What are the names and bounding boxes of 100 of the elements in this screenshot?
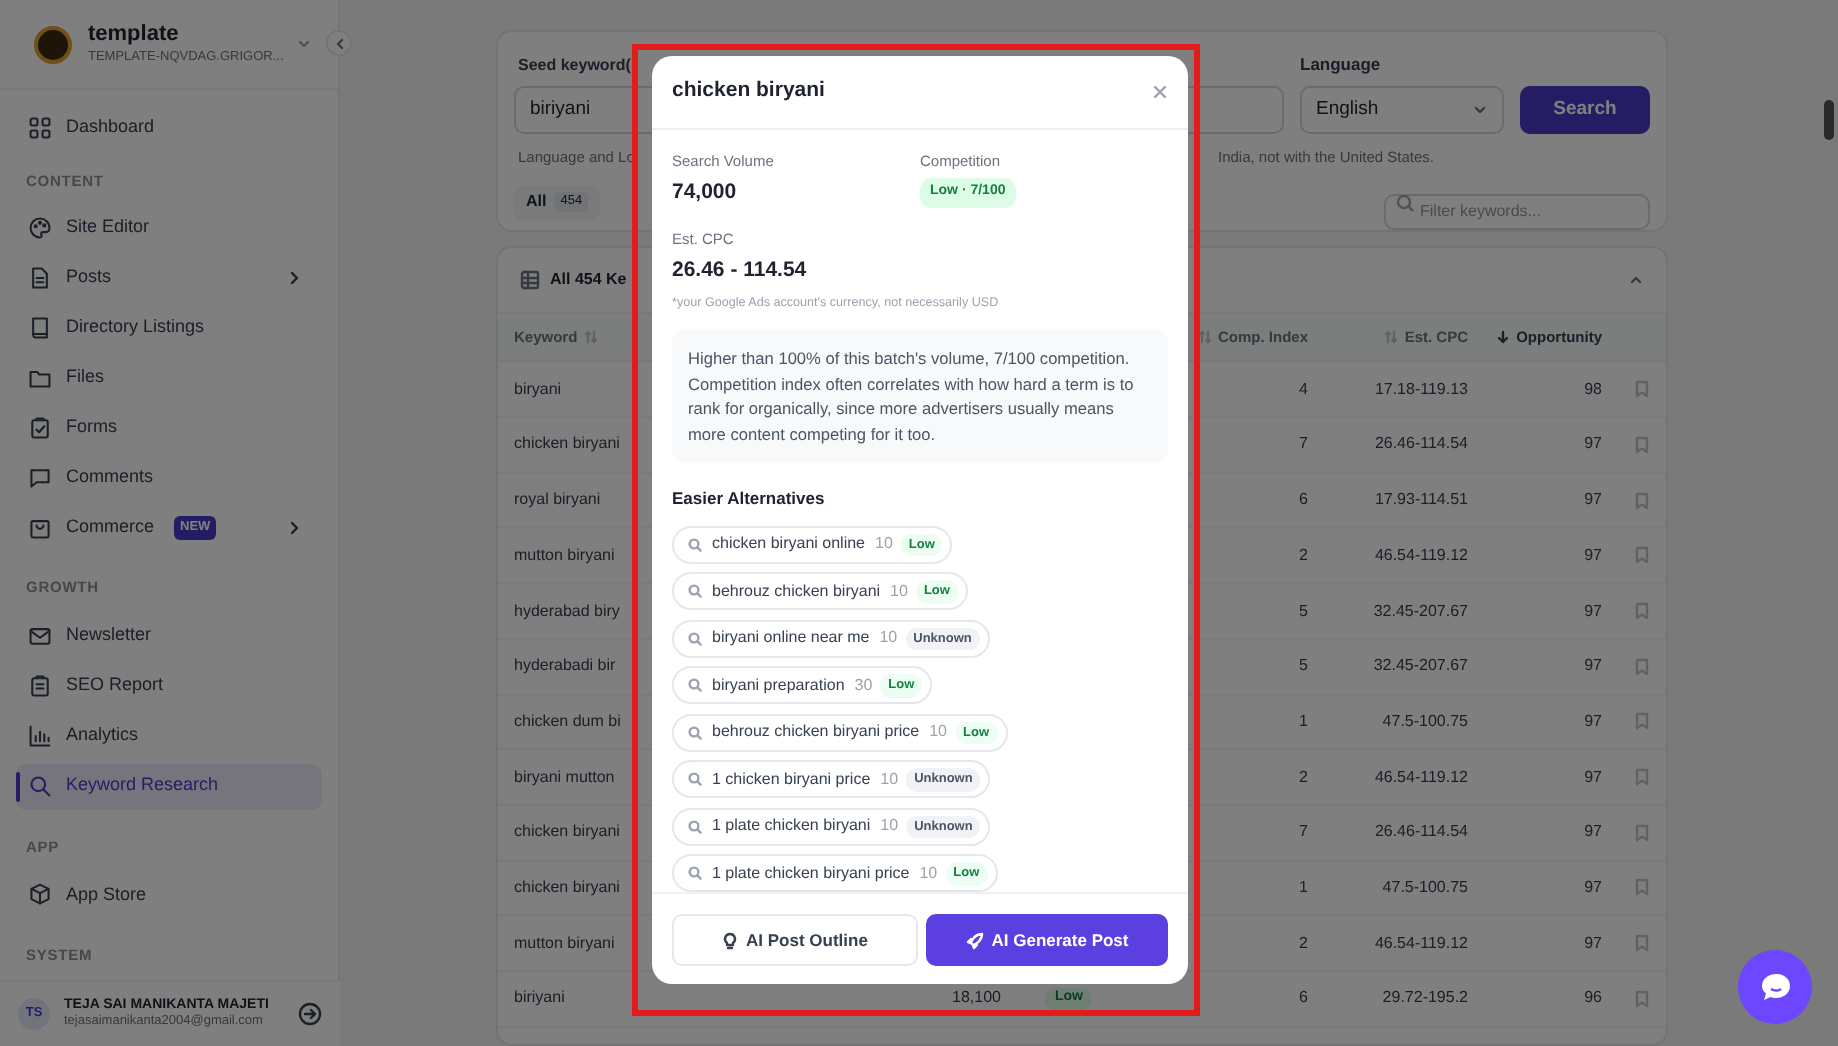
stat-value: 26.46 - 114.54	[672, 256, 809, 287]
chevron-up-icon	[1628, 272, 1644, 289]
opportunity-cell: 97	[1584, 545, 1602, 564]
collapse-sidebar-button[interactable]	[326, 30, 352, 56]
search-icon	[28, 774, 52, 798]
package-icon	[28, 882, 52, 907]
cpc-cell: 32.45-207.67	[1373, 601, 1468, 619]
cpc-cell: 17.93-114.51	[1374, 490, 1468, 509]
cpc-cell: 47.5-100.75	[1382, 877, 1468, 896]
envelope-icon	[28, 624, 52, 648]
search-icon	[688, 678, 702, 693]
nav-item[interactable]: Directory Listings	[16, 304, 322, 351]
speech-bubble-icon	[28, 465, 52, 490]
chat-bubble-icon	[1757, 969, 1793, 1005]
clipboard-check-icon	[28, 415, 52, 440]
keyword-cell: biryani mutton	[514, 767, 615, 786]
keyword-cell: royal biryani	[514, 490, 601, 509]
comp-index-cell: 6	[1299, 988, 1308, 1007]
keyword-cell: chicken biryani	[514, 877, 620, 896]
nav-item[interactable]: Newsletter	[16, 613, 322, 659]
keyword-cell: biriyani	[514, 988, 565, 1007]
chat-button[interactable]	[1738, 950, 1812, 1024]
shopping-bag-icon	[28, 515, 52, 540]
comp-index-cell: 2	[1299, 933, 1308, 952]
comp-index-cell: 4	[1299, 379, 1308, 398]
section-title: Easier Alternatives	[672, 486, 827, 512]
keyword-cell: chicken biryani	[514, 434, 620, 453]
keyword-cell: chicken biryani	[514, 822, 620, 841]
filter-field[interactable]: Filter keywords...	[1384, 193, 1650, 229]
scrollbar-thumb[interactable]	[1824, 100, 1834, 140]
cpc-cell: 29.72-195.2	[1382, 988, 1468, 1007]
field-label: Seed keyword(	[516, 53, 631, 78]
opportunity-cell: 97	[1584, 656, 1602, 675]
close-icon	[1152, 84, 1168, 100]
keyword-cell: hyderabad biry	[514, 601, 620, 619]
nav-item[interactable]: App Store	[16, 871, 322, 918]
nav-item[interactable]: SEO Report	[16, 663, 322, 709]
nav-item[interactable]: Site Editor	[16, 204, 322, 251]
document-icon	[28, 265, 52, 290]
opportunity-cell: 96	[1584, 988, 1602, 1007]
comp-index-cell: 1	[1299, 711, 1308, 730]
bookmark-icon	[1634, 989, 1650, 1008]
chevron-down-icon	[1472, 101, 1488, 118]
opportunity-cell: 97	[1584, 877, 1602, 896]
search-icon	[1396, 193, 1414, 211]
cpc-cell: 32.45-207.67	[1373, 656, 1468, 675]
bar-chart-icon	[28, 724, 52, 748]
bookmark-icon	[1634, 546, 1650, 565]
search-icon	[688, 866, 702, 881]
nav-item[interactable]: Dashboard	[16, 104, 322, 150]
bookmark-icon	[1634, 768, 1650, 787]
nav-item[interactable]: Analytics	[16, 713, 322, 759]
search-icon	[688, 819, 702, 834]
language-select[interactable]: English	[1300, 85, 1504, 134]
nav-item[interactable]: Forms	[16, 404, 322, 451]
comp-index-cell: 6	[1299, 490, 1308, 509]
summary-text: Higher than 100% of this batch's volume, 7/100 competition. Competition index often correlates with how hard a term is to rank for organically, since more advertisers usually means more content competing for it too.	[672, 330, 1168, 463]
opportunity-cell: 98	[1584, 379, 1602, 398]
generate-post-button[interactable]: AI Generate Post	[926, 914, 1168, 967]
comp-index-cell: 2	[1299, 767, 1308, 786]
keyword-cell: biryani	[514, 379, 562, 398]
search-icon	[688, 631, 702, 646]
comp-index-cell: 5	[1299, 601, 1308, 619]
comp-index-cell: 2	[1299, 545, 1308, 564]
folder-icon	[28, 365, 52, 390]
search-icon	[688, 772, 702, 787]
chevron-left-icon	[333, 37, 345, 49]
bookmark-icon	[1634, 712, 1650, 731]
bookmark-icon	[1634, 878, 1650, 897]
close-button[interactable]	[1152, 84, 1168, 100]
keyword-cell: hyderabadi bir	[514, 656, 616, 675]
search-icon	[688, 584, 702, 599]
nav-item[interactable]: Files	[16, 354, 322, 401]
nav-item[interactable]: Comments	[16, 454, 322, 501]
bookmark-icon	[1634, 657, 1650, 676]
cpc-cell: 46.54-119.12	[1374, 767, 1468, 786]
bookmark-icon	[1634, 380, 1650, 399]
chevron-down-icon	[296, 36, 312, 52]
palette-icon	[28, 215, 52, 240]
comp-index-cell: 1	[1299, 877, 1308, 896]
table-title: All 454 Ke	[550, 268, 627, 293]
logout-button[interactable]	[298, 1002, 322, 1026]
keyword-cell: mutton biryani	[514, 545, 615, 564]
post-outline-button[interactable]: AI Post Outline	[672, 914, 918, 967]
bookmark-icon	[1634, 435, 1650, 454]
table-icon	[520, 270, 540, 291]
grid-icon	[28, 115, 52, 139]
cpc-cell: 26.46-114.54	[1374, 434, 1468, 453]
comp-index-cell: 7	[1299, 434, 1308, 453]
opportunity-cell: 97	[1584, 711, 1602, 730]
cpc-cell: 47.5-100.75	[1382, 711, 1468, 730]
nav-item[interactable]: Keyword Research	[16, 763, 322, 809]
opportunity-cell: 97	[1584, 490, 1602, 509]
comp-index-cell: 7	[1299, 822, 1308, 841]
lightbulb-icon	[722, 931, 739, 950]
nav-item[interactable]: Posts	[16, 254, 322, 301]
search-button[interactable]: Search	[1520, 85, 1650, 134]
stat-value: 74,000	[672, 178, 739, 209]
opportunity-cell: 97	[1584, 767, 1602, 786]
cpc-cell: 26.46-114.54	[1374, 822, 1468, 841]
